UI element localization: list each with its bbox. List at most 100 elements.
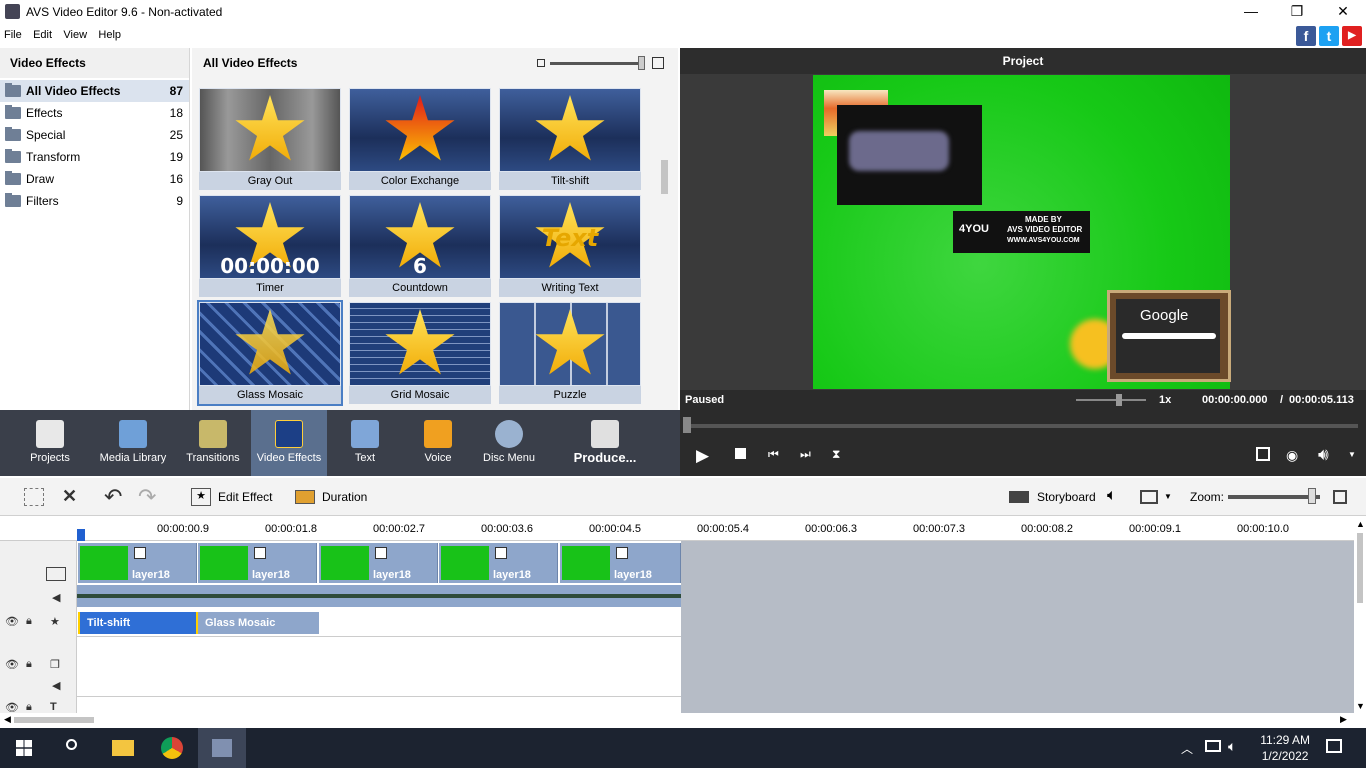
category-all-video-effects[interactable]: All Video Effects 87 xyxy=(0,80,189,102)
chrome-button[interactable] xyxy=(148,728,196,768)
timeline-horizontal-scrollbar[interactable]: ◀ ▶ xyxy=(0,713,1354,727)
category-effects[interactable]: Effects 18 xyxy=(0,102,189,124)
tab-transitions[interactable]: Transitions xyxy=(180,410,246,476)
effect-tile-glass-mosaic[interactable]: Glass Mosaic xyxy=(197,300,343,406)
stop-icon[interactable] xyxy=(735,448,746,459)
effect-tile-gray-out[interactable]: Gray Out xyxy=(199,88,341,190)
video-clip[interactable]: layer18 xyxy=(319,543,438,583)
volume-dropdown-icon[interactable]: ▼ xyxy=(1348,450,1356,459)
duration-icon[interactable] xyxy=(295,490,315,504)
effect-tile-grid-mosaic[interactable]: Grid Mosaic xyxy=(349,302,491,404)
visibility-icon[interactable]: 👁︎ xyxy=(5,658,19,671)
effect-tile-puzzle[interactable]: Puzzle xyxy=(499,302,641,404)
multi-select-icon[interactable] xyxy=(24,488,44,506)
monitor-dropdown-icon[interactable]: ▼ xyxy=(1164,492,1172,501)
tab-text[interactable]: Text xyxy=(335,410,395,476)
category-draw[interactable]: Draw 16 xyxy=(0,168,189,190)
video-clip[interactable]: layer18 xyxy=(560,543,681,583)
menu-help[interactable]: Help xyxy=(98,24,121,46)
system-clock[interactable]: 11:29 AM 1/2/2022 xyxy=(1260,732,1310,764)
seek-handle[interactable] xyxy=(683,417,691,433)
tab-disc-menu[interactable]: Disc Menu xyxy=(479,410,539,476)
tab-projects[interactable]: Projects xyxy=(14,410,86,476)
video-clip[interactable]: layer18 xyxy=(198,543,317,583)
category-filters[interactable]: Filters 9 xyxy=(0,190,189,212)
tab-video-effects[interactable]: Video Effects xyxy=(251,410,327,476)
speed-slider[interactable] xyxy=(1076,399,1146,401)
duration-button[interactable]: Duration xyxy=(322,490,367,504)
horizontal-scroll-thumb[interactable] xyxy=(14,717,94,723)
effect-tile-tilt-shift[interactable]: Tilt-shift xyxy=(499,88,641,190)
scroll-right-icon[interactable]: ▶ xyxy=(1340,714,1347,725)
show-hidden-icons-icon[interactable]: ︿ xyxy=(1181,740,1193,757)
video-clip[interactable]: layer18 xyxy=(78,543,197,583)
undo-icon[interactable]: ↶ xyxy=(104,484,122,510)
slider-handle[interactable] xyxy=(638,56,645,70)
lock-icon[interactable]: 🔒︎ xyxy=(26,658,32,671)
menu-edit[interactable]: Edit xyxy=(33,24,52,46)
scroll-down-icon[interactable]: ▼ xyxy=(1356,701,1365,711)
grid-scroll-thumb[interactable] xyxy=(661,160,668,194)
search-button[interactable] xyxy=(48,728,96,768)
small-view-icon[interactable] xyxy=(537,59,545,67)
zoom-slider[interactable] xyxy=(1228,495,1320,499)
zoom-slider-handle[interactable] xyxy=(1308,488,1316,504)
avs-video-editor-button[interactable] xyxy=(198,728,246,768)
fullscreen-icon[interactable] xyxy=(1256,447,1270,461)
storyboard-icon[interactable] xyxy=(1009,491,1029,503)
scroll-up-icon[interactable]: ▲ xyxy=(1356,519,1365,529)
category-transform[interactable]: Transform 19 xyxy=(0,146,189,168)
close-button[interactable]: ✕ xyxy=(1320,0,1366,24)
edit-effect-icon[interactable]: ★ xyxy=(191,488,211,506)
volume-muted-icon[interactable]: 🔈︎ xyxy=(1228,738,1236,755)
tab-media-library[interactable]: Media Library xyxy=(96,410,170,476)
seek-bar[interactable] xyxy=(688,424,1358,428)
delete-icon[interactable]: ✕ xyxy=(62,486,77,507)
vertical-scroll-thumb[interactable] xyxy=(1357,533,1363,603)
timeline-vertical-scrollbar[interactable]: ▲ ▼ xyxy=(1354,517,1366,727)
effect-clip-tilt-shift[interactable]: Tilt-shift xyxy=(78,612,196,634)
effect-tile-color-exchange[interactable]: Color Exchange xyxy=(349,88,491,190)
monitor-icon[interactable] xyxy=(1140,490,1158,504)
zoom-fit-icon[interactable] xyxy=(1333,490,1347,504)
next-frame-icon[interactable]: ⏭ xyxy=(800,447,811,462)
video-clip[interactable]: layer18 xyxy=(439,543,558,583)
speed-slider-handle[interactable] xyxy=(1116,394,1122,406)
edit-effect-button[interactable]: Edit Effect xyxy=(218,490,272,504)
effect-tile-countdown[interactable]: 6 Countdown xyxy=(349,195,491,297)
category-special[interactable]: Special 25 xyxy=(0,124,189,146)
storyboard-button[interactable]: Storyboard xyxy=(1037,490,1096,504)
visibility-icon[interactable]: 👁︎ xyxy=(5,615,19,628)
lock-icon[interactable]: 🔒︎ xyxy=(26,615,32,628)
audio-mixer-icon[interactable]: 🔈︎ xyxy=(1107,487,1117,505)
facebook-icon[interactable]: f xyxy=(1296,26,1316,46)
twitter-icon[interactable]: t xyxy=(1319,26,1339,46)
youtube-icon[interactable]: ▶ xyxy=(1342,26,1362,46)
play-icon[interactable]: ▶ xyxy=(696,446,709,466)
menu-file[interactable]: File xyxy=(4,24,22,46)
maximize-button[interactable]: ❐ xyxy=(1274,0,1320,24)
effect-tile-timer[interactable]: 00:00:00 Timer xyxy=(199,195,341,297)
effect-tile-writing-text[interactable]: Text Writing Text xyxy=(499,195,641,297)
notifications-icon[interactable] xyxy=(1326,739,1342,753)
snapshot-icon[interactable]: ◉ xyxy=(1286,447,1298,464)
redo-icon[interactable]: ↷ xyxy=(138,484,156,510)
minimize-button[interactable]: — xyxy=(1228,0,1274,24)
timeline-empty-area[interactable] xyxy=(681,541,1354,713)
tab-voice[interactable]: Voice xyxy=(408,410,468,476)
menu-view[interactable]: View xyxy=(63,24,87,46)
playhead[interactable] xyxy=(77,529,85,541)
large-view-icon[interactable] xyxy=(652,57,664,69)
split-icon[interactable]: ⧗ xyxy=(832,447,840,462)
grid-scrollbar[interactable] xyxy=(662,80,670,408)
file-explorer-button[interactable] xyxy=(98,728,146,768)
start-button[interactable] xyxy=(0,728,48,768)
network-icon[interactable] xyxy=(1205,740,1221,752)
video-canvas[interactable]: 4YOU MADE BY AVS VIDEO EDITOR WWW.AVS4YO… xyxy=(813,75,1231,389)
audio-waveform-track[interactable] xyxy=(77,585,681,607)
thumbnail-size-slider[interactable] xyxy=(550,62,642,65)
effect-clip-glass-mosaic[interactable]: Glass Mosaic xyxy=(196,612,319,634)
previous-frame-icon[interactable]: ⏮ xyxy=(768,447,779,462)
tab-produce[interactable]: Produce... xyxy=(566,410,644,476)
volume-icon[interactable]: 🔊︎ xyxy=(1318,445,1329,465)
